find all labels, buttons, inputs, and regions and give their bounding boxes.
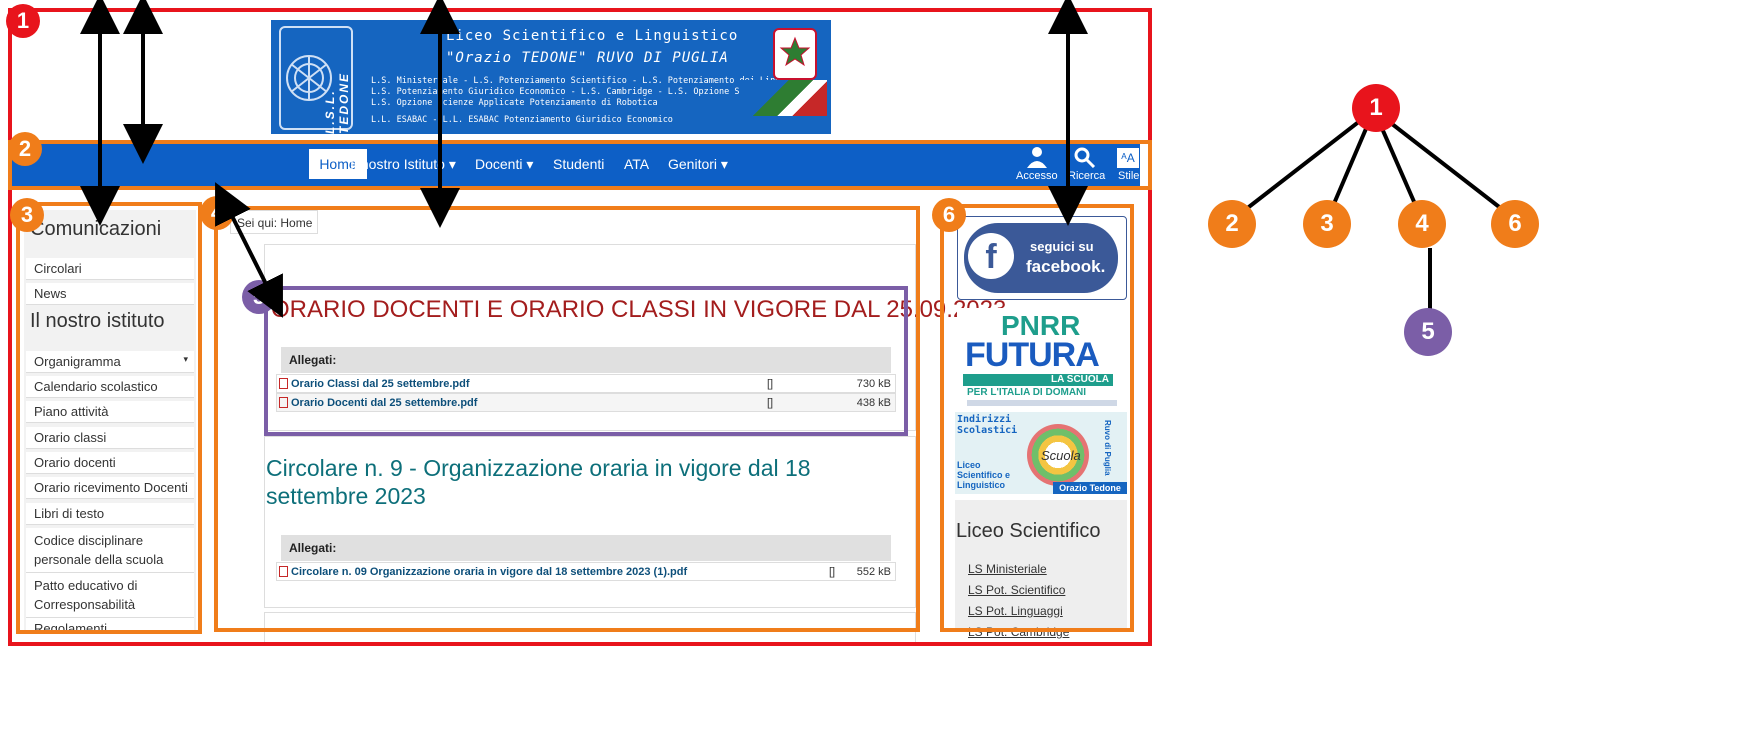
relationship-arrows [80,0,1088,318]
tree-node-grandchild: 5 [1404,308,1452,356]
tree-node-child: 6 [1491,200,1539,248]
arrow-4-5 [215,182,283,318]
tree-node-root: 1 [1352,84,1400,132]
tree-node-child: 2 [1208,200,1256,248]
tree-node-child: 4 [1398,200,1446,248]
tree-node-child: 3 [1303,200,1351,248]
